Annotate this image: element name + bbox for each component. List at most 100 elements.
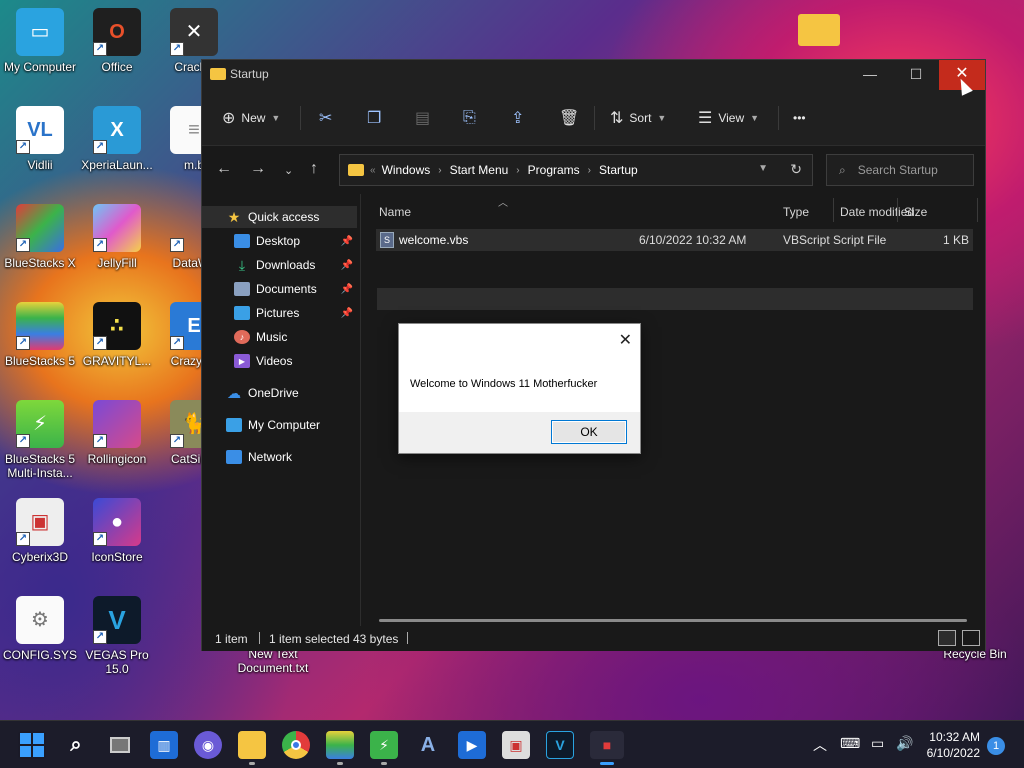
ok-button[interactable]: OK [551, 420, 627, 444]
keyboard-icon[interactable]: ⌨ [840, 735, 860, 752]
message-dialog: ✕ Welcome to Windows 11 Motherfucker OK [398, 323, 641, 454]
minimize-button[interactable]: — [847, 60, 893, 90]
forward-arrow-icon[interactable]: → [250, 160, 266, 178]
desktop-icon-bluestacks-multi[interactable]: ⚡ ↗ BlueStacks 5 Multi-Insta... [0, 400, 80, 480]
breadcrumb-programs[interactable]: Programs [528, 163, 580, 177]
address-bar[interactable]: « Windows › Start Menu › Programs › Star… [339, 154, 813, 186]
sidebar-item-music[interactable]: ♪ Music [202, 326, 357, 348]
paste-button[interactable]: ▤ [415, 106, 436, 130]
running-app-icon[interactable]: ■ [590, 731, 624, 765]
notification-badge[interactable]: 1 [987, 737, 1005, 755]
delete-button[interactable]: 🗑 [559, 106, 585, 130]
sort-button[interactable]: ⇅ Sort ▼ [610, 106, 666, 130]
sidebar-item-desktop[interactable]: Desktop 📌 [202, 230, 357, 252]
up-arrow-icon[interactable]: ↑ [310, 160, 318, 178]
desktop-icon-gravity[interactable]: ∴ ↗ GRAVITYL... [77, 302, 157, 368]
sidebar-item-my-computer[interactable]: My Computer [202, 414, 357, 436]
sort-up-icon: ︿ [498, 198, 508, 209]
sidebar-item-network[interactable]: Network [202, 446, 357, 468]
new-button[interactable]: ⊕ New ▼ [222, 106, 280, 130]
pin-icon[interactable]: 📌 [341, 236, 353, 247]
desktop-icon [234, 234, 250, 248]
recent-chevron-icon[interactable]: ⌄ [284, 164, 293, 177]
breadcrumb-start-menu[interactable]: Start Menu [450, 163, 509, 177]
sidebar-item-onedrive[interactable]: ☁ OneDrive [202, 382, 357, 404]
adobe-icon[interactable]: A [414, 731, 442, 759]
cut-button[interactable]: ✂ [319, 106, 338, 130]
desktop-icon-new-text[interactable]: New Text Document.txt [233, 647, 313, 675]
network-icon[interactable]: ▭ [871, 735, 884, 752]
desktop-icon-xperia[interactable]: X ↗ XperiaLaun... [77, 106, 157, 172]
breadcrumb-windows[interactable]: Windows [382, 163, 431, 177]
horizontal-scrollbar[interactable] [379, 619, 967, 622]
bluestacks-multi-icon[interactable]: ⚡ [370, 731, 398, 765]
overflow-chevron-icon[interactable]: « [370, 165, 376, 176]
table-row[interactable]: S welcome.vbs 6/10/2022 10:32 AM VBScrip… [376, 229, 973, 251]
chevron-down-icon: ▼ [271, 113, 281, 123]
folder-icon[interactable] [798, 14, 840, 46]
desktop-icon-cyberix3d[interactable]: ▣ ↗ Cyberix3D [0, 498, 80, 564]
desktop-icon-office[interactable]: O ↗ Office [77, 8, 157, 74]
desktop-icon-config-sys[interactable]: ⚙ CONFIG.SYS [0, 596, 80, 662]
column-divider[interactable] [897, 198, 898, 222]
vbscript-file-icon: S [380, 232, 394, 248]
status-bar: 1 item 1 item selected 43 bytes [202, 626, 985, 651]
desktop-icon-my-computer[interactable]: ▭ My Computer [0, 8, 80, 74]
sidebar-item-quick-access[interactable]: ★ Quick access [202, 206, 357, 228]
chrome-icon[interactable] [282, 731, 310, 759]
column-header-date[interactable]: Date modified [840, 205, 914, 219]
column-header-type[interactable]: Type [783, 205, 809, 219]
cyberix-icon[interactable]: ▣ [502, 731, 530, 759]
sidebar-item-downloads[interactable]: ⤓ Downloads 📌 [202, 254, 357, 276]
maximize-button[interactable]: ☐ [893, 60, 939, 90]
speaker-icon[interactable]: 🔊 [896, 735, 913, 752]
chat-icon[interactable]: ◉ [194, 731, 222, 759]
column-header-size[interactable]: Size [904, 205, 927, 219]
pin-icon[interactable]: 📌 [341, 308, 353, 319]
widgets-icon[interactable]: ▥ [150, 731, 178, 759]
breadcrumb-startup[interactable]: Startup [599, 163, 638, 177]
clock[interactable]: 10:32 AM 6/10/2022 [916, 729, 980, 761]
rename-button[interactable]: ⎘ [463, 106, 482, 130]
sidebar-item-pictures[interactable]: Pictures 📌 [202, 302, 357, 324]
taskbar: ⌕ ▥ ◉ ⚡ A ▶ ▣ V ■ ︿ ⌨ ▭ 🔊 10:32 AM 6/10/… [0, 720, 1024, 768]
tiles-view-icon[interactable] [962, 630, 980, 646]
start-button[interactable] [18, 731, 46, 759]
desktop-icon-bluestacks-5[interactable]: ↗ BlueStacks 5 [0, 302, 80, 368]
back-arrow-icon[interactable]: ← [216, 160, 232, 178]
more-options-button[interactable]: ••• [793, 106, 806, 130]
title-bar[interactable]: Startup — ☐ ✕ [202, 60, 985, 90]
copy-button[interactable]: ❐ [367, 106, 387, 130]
desktop-icon-label: Vidlii [27, 158, 53, 172]
bluestacks-icon[interactable] [326, 731, 354, 765]
divider [407, 632, 408, 644]
sidebar-item-videos[interactable]: ▶ Videos [202, 350, 357, 372]
pin-icon[interactable]: 📌 [341, 260, 353, 271]
table-row[interactable] [377, 288, 973, 310]
file-explorer-icon[interactable] [238, 731, 266, 765]
refresh-icon[interactable]: ↻ [790, 161, 802, 178]
sidebar-item-documents[interactable]: Documents 📌 [202, 278, 357, 300]
chevron-up-icon[interactable]: ︿ [813, 735, 827, 755]
media-player-icon[interactable]: ▶ [458, 731, 486, 759]
chevron-down-icon: ▼ [657, 113, 667, 123]
vegas-icon[interactable]: V [546, 731, 574, 759]
desktop-icon-jellyfill[interactable]: ↗ JellyFill [77, 204, 157, 270]
desktop-icon-rollingicon[interactable]: ↗ Rollingicon [77, 400, 157, 466]
share-button[interactable]: ⇪ [511, 106, 530, 130]
column-divider[interactable] [977, 198, 978, 222]
close-icon[interactable]: ✕ [619, 330, 632, 350]
desktop-icon-vidlii[interactable]: VL ↗ Vidlii [0, 106, 80, 172]
task-view-icon[interactable] [106, 731, 134, 759]
pin-icon[interactable]: 📌 [341, 284, 353, 295]
view-button[interactable]: ☰ View ▼ [698, 106, 759, 130]
desktop-icon-vegas[interactable]: V ↗ VEGAS Pro 15.0 [77, 596, 157, 676]
details-view-icon[interactable] [938, 630, 956, 646]
chevron-down-icon[interactable]: ▼ [758, 163, 768, 174]
desktop-icon-iconstore[interactable]: ● ↗ IconStore [77, 498, 157, 564]
search-input[interactable]: ⌕ Search Startup [826, 154, 974, 186]
column-divider[interactable] [833, 198, 834, 222]
column-header-name[interactable]: Name [379, 205, 411, 219]
search-icon[interactable]: ⌕ [62, 731, 90, 759]
desktop-icon-bluestacks-x[interactable]: ↗ BlueStacks X [0, 204, 80, 270]
